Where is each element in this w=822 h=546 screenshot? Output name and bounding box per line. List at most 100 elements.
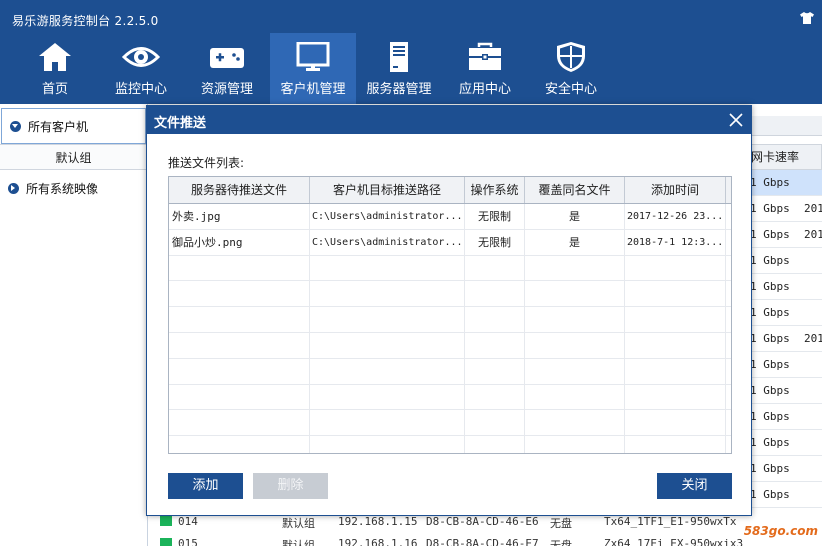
cell-target-path [310,307,465,333]
nav-item-client-management[interactable]: 客户机管理 [270,33,356,104]
column-header-os[interactable]: 操作系统 [465,177,525,203]
nav-label: 应用中心 [458,82,511,97]
push-file-grid: 服务器待推送文件 客户机目标推送路径 操作系统 覆盖同名文件 添加时间 外卖.j… [168,176,732,454]
table-row[interactable] [169,255,731,282]
cell-server-file [169,255,310,281]
cell-server-file [169,307,310,333]
cell-add-time [625,410,726,436]
cell-disk: 无盘 [550,517,572,530]
home-icon [39,43,71,71]
nav-label: 监控中心 [114,82,167,97]
table-row[interactable]: 1 Gbps [748,300,822,326]
toolbox-icon [469,42,501,70]
cell-os [465,436,525,453]
cell-filler [726,436,731,453]
watermark-logo: 583go.com [743,524,818,538]
close-icon[interactable] [727,111,745,129]
eye-icon [122,47,160,67]
cell-overwrite [525,358,625,384]
tree-item-all-clients[interactable]: 所有客户机 [1,108,146,144]
nav-item-monitor-center[interactable]: 监控中心 [98,33,184,104]
cell-os [465,307,525,333]
table-row[interactable]: 1 Gbps 201 [748,222,822,248]
expand-icon[interactable] [10,120,21,132]
table-row[interactable] [169,436,731,453]
table-row[interactable]: 015 默认组 192.168.1.16 D8-CB-8A-CD-46-E7 无盘 Zx6… [148,534,822,546]
nav-item-home[interactable]: 首页 [12,33,98,104]
table-row[interactable] [169,384,731,411]
table-row[interactable] [169,281,731,308]
cell-os: Zx64_17Ei_EX-950wxix3 [604,537,744,546]
online-status-icon [160,538,172,546]
cell-nic-speed: 1 Gbps [750,306,790,319]
nav-item-app-center[interactable]: 应用中心 [442,33,528,104]
table-row[interactable]: 1 Gbps [748,170,822,196]
cell-filler [726,307,731,332]
column-header-target-path[interactable]: 客户机目标推送路径 [310,177,465,203]
table-row[interactable]: 外卖.jpg C:\Users\administrator... 无限制是 2017-… [169,204,731,230]
nav-item-resource-management[interactable]: 资源管理 [184,33,270,104]
monitor-icon [296,42,330,71]
cell-date: 201 [804,202,822,215]
cell-os [465,332,525,358]
cell-server-file [169,436,310,453]
server-icon [390,42,408,72]
tree-item-all-system-images[interactable]: 所有系统映像 [0,170,147,207]
table-row[interactable]: 1 Gbps [748,404,822,430]
file-push-dialog: 文件推送 推送文件列表: 服务器待推送文件 客户机目标推送路径 操作系统 覆盖同… [146,105,752,516]
gamepad-icon [210,48,244,68]
cell-target-path [310,281,465,307]
add-button[interactable]: 添加 [168,473,243,499]
client-tree-sidebar: 所有客户机 默认组 所有系统映像 [0,104,148,546]
tree-item-default-group[interactable]: 默认组 [0,144,147,170]
cell-os [465,410,525,436]
table-row[interactable] [169,307,731,333]
cell-filler [726,256,731,281]
push-file-list-label: 推送文件列表: [168,156,245,170]
column-header-server-file[interactable]: 服务器待推送文件 [169,177,310,203]
cell-os [465,255,525,281]
table-row[interactable]: 1 Gbps [748,274,822,300]
cell-overwrite: 是 [525,204,625,229]
nav-label: 首页 [41,82,68,97]
table-row[interactable]: 御品小炒.png C:\Users\administrator... 无限制是 201… [169,229,731,256]
nav-label: 资源管理 [200,82,253,97]
table-row[interactable]: 1 Gbps [748,482,822,508]
cell-add-time: 2018-7-1 12:3... [625,229,726,255]
cell-filler [726,359,731,384]
table-row[interactable] [169,358,731,385]
cell-nic-speed: 1 Gbps [750,384,790,397]
table-row[interactable] [169,410,731,437]
table-row[interactable]: 1 Gbps [748,456,822,482]
cell-server-file [169,332,310,358]
table-row[interactable] [169,332,731,359]
cell-target-path: C:\Users\administrator... [310,204,465,229]
table-row[interactable]: 1 Gbps 201 [748,196,822,222]
cell-server-file: 御品小炒.png [169,229,310,255]
table-row[interactable]: 1 Gbps [748,378,822,404]
cell-os [465,281,525,307]
column-header-nic-speed[interactable]: 网卡速率 [748,144,822,170]
table-row[interactable]: 1 Gbps 201 [748,326,822,352]
close-button[interactable]: 关闭 [657,473,732,499]
skin-icon[interactable] [800,12,814,24]
table-row[interactable]: 1 Gbps [748,352,822,378]
column-header-overwrite[interactable]: 覆盖同名文件 [525,177,625,203]
table-row[interactable]: 1 Gbps [748,430,822,456]
collapse-icon[interactable] [8,183,19,194]
cell-target-path [310,384,465,410]
cell-overwrite: 是 [525,229,625,255]
cell-overwrite [525,384,625,410]
grid-body: 外卖.jpg C:\Users\administrator... 无限制是 2017-… [169,204,731,453]
cell-os: 无限制 [465,229,525,255]
column-header-add-time[interactable]: 添加时间 [625,177,726,203]
nav-item-security-center[interactable]: 安全中心 [528,33,614,104]
cell-group: 默认组 [282,517,315,530]
cell-server-file [169,281,310,307]
nav-item-server-management[interactable]: 服务器管理 [356,33,442,104]
cell-add-time [625,281,726,307]
table-row[interactable]: 1 Gbps [748,248,822,274]
delete-button[interactable]: 删除 [253,473,328,499]
cell-nic-speed: 1 Gbps [750,228,790,241]
cell-os [465,384,525,410]
